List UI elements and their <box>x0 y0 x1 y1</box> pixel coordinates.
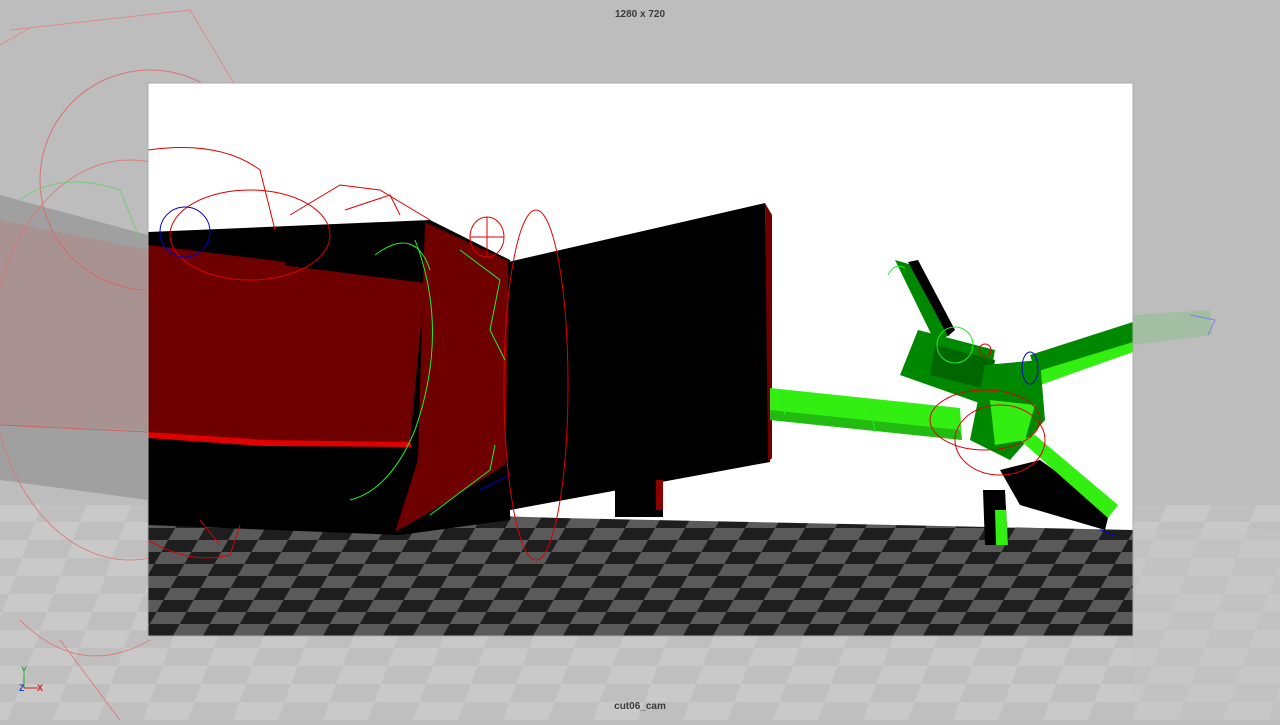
camera-name-label: cut06_cam <box>614 701 666 712</box>
view-axis-gizmo: Y Z X <box>14 665 50 698</box>
viewport-canvas[interactable] <box>0 0 1280 721</box>
axis-x-label: X <box>37 683 44 693</box>
render-gate <box>148 83 1133 636</box>
robot-red-panel-mid <box>262 265 425 442</box>
robot-foot-red <box>656 480 663 510</box>
robot-foot <box>615 475 663 517</box>
axis-z-label: Z <box>19 683 25 693</box>
robot-red-panel-left <box>148 245 285 440</box>
character-foot-green <box>995 510 1008 545</box>
resolution-label: 1280 x 720 <box>614 9 666 20</box>
axis-y-label: Y <box>21 665 28 675</box>
maya-viewport[interactable]: 1280 x 720 cut06_cam Y Z X <box>0 0 1280 721</box>
